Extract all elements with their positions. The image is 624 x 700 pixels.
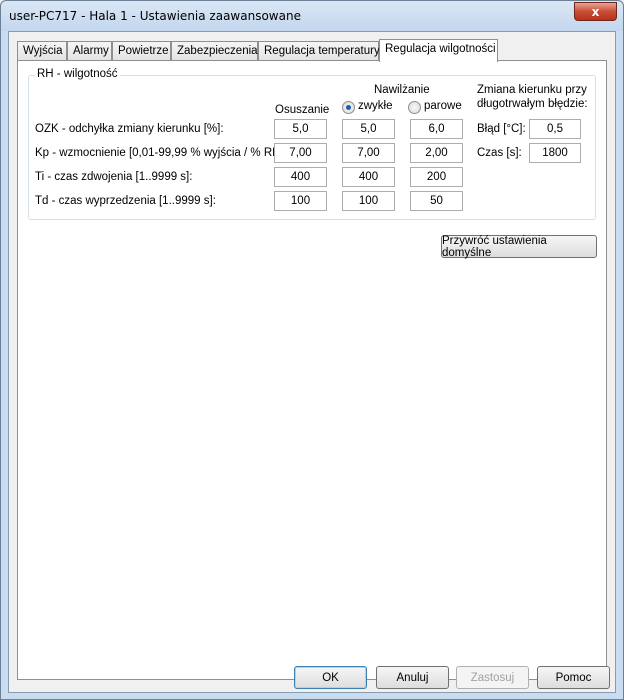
ti-osuszanie-field[interactable]: 400	[274, 167, 327, 187]
czas-field[interactable]: 1800	[529, 143, 581, 163]
apply-button[interactable]: Zastosuj	[456, 666, 529, 689]
tab-wyjscia[interactable]: Wyjścia	[17, 41, 67, 61]
cancel-button[interactable]: Anuluj	[376, 666, 449, 689]
tab-regulacja-wilgotnosci[interactable]: Regulacja wilgotności	[379, 39, 498, 62]
ti-parowe-field[interactable]: 200	[410, 167, 463, 187]
zmiana-kierunku-title-2: długotrwałym błędzie:	[477, 98, 588, 110]
row-td-label: Td - czas wyprzedzenia [1..9999 s]:	[35, 195, 216, 207]
radio-zwykle-label[interactable]: zwykłe	[358, 100, 393, 112]
dialog-window: user-PC717 - Hala 1 - Ustawienia zaawans…	[0, 0, 624, 700]
dialog-client-area: Wyjścia Alarmy Powietrze Zabezpieczenia …	[8, 31, 616, 693]
tab-zabezpieczenia[interactable]: Zabezpieczenia	[171, 41, 258, 61]
zmiana-kierunku-title-1: Zmiana kierunku przy	[477, 84, 587, 96]
tab-panel: RH - wilgotność Nawilżanie Osuszanie zwy…	[17, 60, 607, 680]
ti-zwykle-field[interactable]: 400	[342, 167, 395, 187]
td-osuszanie-field[interactable]: 100	[274, 191, 327, 211]
ozk-osuszanie-field[interactable]: 5,0	[274, 119, 327, 139]
kp-osuszanie-field[interactable]: 7,00	[274, 143, 327, 163]
ozk-parowe-field[interactable]: 6,0	[410, 119, 463, 139]
td-parowe-field[interactable]: 50	[410, 191, 463, 211]
row-ti-label: Ti - czas zdwojenia [1..9999 s]:	[35, 171, 193, 183]
restore-defaults-button[interactable]: Przywróć ustawienia domyślne	[441, 235, 597, 259]
title-bar[interactable]: user-PC717 - Hala 1 - Ustawienia zaawans…	[1, 1, 623, 31]
close-icon: x	[591, 4, 600, 19]
row-ozk-label: OZK - odchyłka zmiany kierunku [%]:	[35, 123, 224, 135]
blad-label: Błąd [°C]:	[477, 123, 526, 135]
help-button[interactable]: Pomoc	[537, 666, 610, 689]
radio-parowe[interactable]	[408, 101, 421, 114]
nawilzanie-header: Nawilżanie	[374, 84, 430, 96]
kp-zwykle-field[interactable]: 7,00	[342, 143, 395, 163]
window-title: user-PC717 - Hala 1 - Ustawienia zaawans…	[9, 9, 301, 23]
tab-alarmy[interactable]: Alarmy	[67, 41, 112, 61]
tab-regulacja-temperatury[interactable]: Regulacja temperatury	[258, 41, 380, 61]
ok-button[interactable]: OK	[294, 666, 367, 689]
groupbox-title: RH - wilgotność	[35, 68, 120, 80]
close-button[interactable]: x	[574, 2, 617, 21]
ozk-zwykle-field[interactable]: 5,0	[342, 119, 395, 139]
tab-powietrze[interactable]: Powietrze	[112, 41, 171, 61]
rh-groupbox: RH - wilgotność Nawilżanie Osuszanie zwy…	[28, 68, 596, 220]
td-zwykle-field[interactable]: 100	[342, 191, 395, 211]
blad-field[interactable]: 0,5	[529, 119, 581, 139]
row-kp-label: Kp - wzmocnienie [0,01-99,99 % wyjścia /…	[35, 147, 287, 159]
kp-parowe-field[interactable]: 2,00	[410, 143, 463, 163]
radio-zwykle[interactable]	[342, 101, 355, 114]
osuszanie-header: Osuszanie	[275, 104, 330, 116]
radio-parowe-label[interactable]: parowe	[424, 100, 462, 112]
czas-label: Czas [s]:	[477, 147, 522, 159]
